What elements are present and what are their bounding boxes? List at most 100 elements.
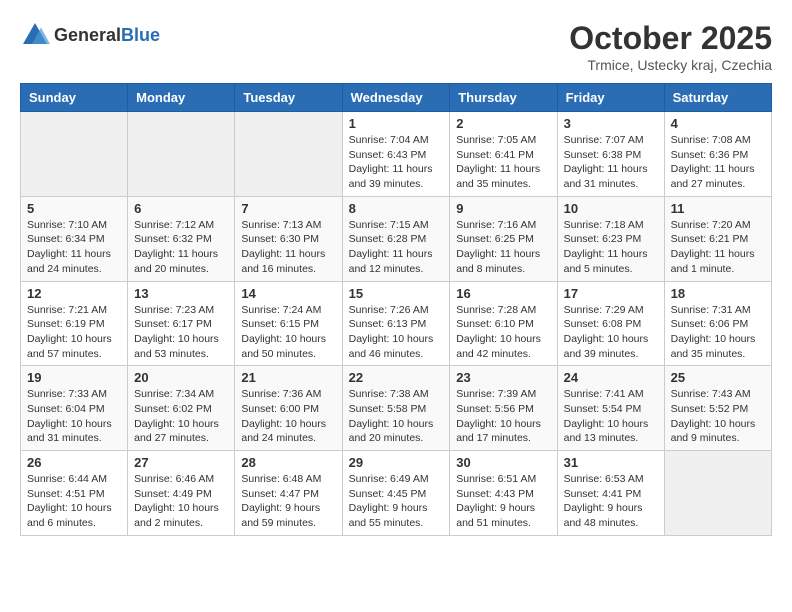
day-number: 11 [671,201,765,216]
calendar-cell: 31 Sunrise: 6:53 AM Sunset: 4:41 PM Dayli… [557,451,664,536]
day-number: 2 [456,116,550,131]
day-info: Sunrise: 7:10 AM Sunset: 6:34 PM Dayligh… [27,218,121,277]
calendar-cell: 3 Sunrise: 7:07 AM Sunset: 6:38 PM Daylig… [557,112,664,197]
day-number: 27 [134,455,228,470]
day-number: 10 [564,201,658,216]
weekday-header: Thursday [450,84,557,112]
day-number: 8 [349,201,444,216]
day-number: 4 [671,116,765,131]
day-info: Sunrise: 7:08 AM Sunset: 6:36 PM Dayligh… [671,133,765,192]
calendar-cell: 1 Sunrise: 7:04 AM Sunset: 6:43 PM Daylig… [342,112,450,197]
calendar-cell: 13 Sunrise: 7:23 AM Sunset: 6:17 PM Dayli… [128,281,235,366]
day-info: Sunrise: 7:13 AM Sunset: 6:30 PM Dayligh… [241,218,335,277]
day-info: Sunrise: 7:07 AM Sunset: 6:38 PM Dayligh… [564,133,658,192]
logo-icon [20,20,50,50]
day-number: 1 [349,116,444,131]
day-info: Sunrise: 7:38 AM Sunset: 5:58 PM Dayligh… [349,387,444,446]
day-info: Sunrise: 6:48 AM Sunset: 4:47 PM Dayligh… [241,472,335,531]
day-info: Sunrise: 6:49 AM Sunset: 4:45 PM Dayligh… [349,472,444,531]
day-number: 15 [349,286,444,301]
weekday-header: Sunday [21,84,128,112]
logo-general-text: General [54,25,121,45]
calendar-cell [235,112,342,197]
calendar-week-row: 1 Sunrise: 7:04 AM Sunset: 6:43 PM Daylig… [21,112,772,197]
day-number: 16 [456,286,550,301]
day-info: Sunrise: 7:39 AM Sunset: 5:56 PM Dayligh… [456,387,550,446]
day-number: 19 [27,370,121,385]
calendar-week-row: 19Sunrise: 7:33 AM Sunset: 6:04 PM Dayli… [21,366,772,451]
calendar-cell [664,451,771,536]
day-info: Sunrise: 7:31 AM Sunset: 6:06 PM Dayligh… [671,303,765,362]
day-info: Sunrise: 7:15 AM Sunset: 6:28 PM Dayligh… [349,218,444,277]
day-info: Sunrise: 7:23 AM Sunset: 6:17 PM Dayligh… [134,303,228,362]
calendar-cell: 16 Sunrise: 7:28 AM Sunset: 6:10 PM Dayli… [450,281,557,366]
day-info: Sunrise: 7:43 AM Sunset: 5:52 PM Dayligh… [671,387,765,446]
day-info: Sunrise: 7:41 AM Sunset: 5:54 PM Dayligh… [564,387,658,446]
day-info: Sunrise: 7:24 AM Sunset: 6:15 PM Dayligh… [241,303,335,362]
day-number: 22 [349,370,444,385]
calendar-cell: 8 Sunrise: 7:15 AM Sunset: 6:28 PM Daylig… [342,196,450,281]
day-number: 12 [27,286,121,301]
day-number: 7 [241,201,335,216]
weekday-header: Saturday [664,84,771,112]
calendar-cell: 23Sunrise: 7:39 AM Sunset: 5:56 PM Dayli… [450,366,557,451]
day-info: Sunrise: 7:34 AM Sunset: 6:02 PM Dayligh… [134,387,228,446]
logo: GeneralBlue [20,20,160,50]
day-info: Sunrise: 6:51 AM Sunset: 4:43 PM Dayligh… [456,472,550,531]
day-number: 25 [671,370,765,385]
day-number: 14 [241,286,335,301]
calendar-cell: 26Sunrise: 6:44 AM Sunset: 4:51 PM Dayli… [21,451,128,536]
day-number: 18 [671,286,765,301]
weekday-header: Tuesday [235,84,342,112]
calendar-cell: 29 Sunrise: 6:49 AM Sunset: 4:45 PM Dayli… [342,451,450,536]
day-number: 28 [241,455,335,470]
weekday-header: Monday [128,84,235,112]
day-number: 29 [349,455,444,470]
calendar-cell: 19Sunrise: 7:33 AM Sunset: 6:04 PM Dayli… [21,366,128,451]
title-area: October 2025 Trmice, Ustecky kraj, Czech… [569,20,772,73]
calendar-table: SundayMondayTuesdayWednesdayThursdayFrid… [20,83,772,536]
calendar-cell [128,112,235,197]
day-info: Sunrise: 7:16 AM Sunset: 6:25 PM Dayligh… [456,218,550,277]
calendar-cell: 10 Sunrise: 7:18 AM Sunset: 6:23 PM Dayli… [557,196,664,281]
calendar-cell: 24 Sunrise: 7:41 AM Sunset: 5:54 PM Dayli… [557,366,664,451]
day-info: Sunrise: 7:29 AM Sunset: 6:08 PM Dayligh… [564,303,658,362]
day-number: 24 [564,370,658,385]
month-title: October 2025 [569,20,772,57]
day-number: 6 [134,201,228,216]
calendar-cell: 12Sunrise: 7:21 AM Sunset: 6:19 PM Dayli… [21,281,128,366]
day-number: 30 [456,455,550,470]
day-info: Sunrise: 7:04 AM Sunset: 6:43 PM Dayligh… [349,133,444,192]
calendar-cell: 2Sunrise: 7:05 AM Sunset: 6:41 PM Daylig… [450,112,557,197]
day-info: Sunrise: 7:18 AM Sunset: 6:23 PM Dayligh… [564,218,658,277]
calendar-cell: 30 Sunrise: 6:51 AM Sunset: 4:43 PM Dayli… [450,451,557,536]
calendar-cell: 20 Sunrise: 7:34 AM Sunset: 6:02 PM Dayli… [128,366,235,451]
calendar-cell: 27Sunrise: 6:46 AM Sunset: 4:49 PM Dayli… [128,451,235,536]
day-info: Sunrise: 7:20 AM Sunset: 6:21 PM Dayligh… [671,218,765,277]
calendar-cell: 22 Sunrise: 7:38 AM Sunset: 5:58 PM Dayli… [342,366,450,451]
day-info: Sunrise: 7:26 AM Sunset: 6:13 PM Dayligh… [349,303,444,362]
calendar-cell: 25 Sunrise: 7:43 AM Sunset: 5:52 PM Dayli… [664,366,771,451]
day-info: Sunrise: 7:28 AM Sunset: 6:10 PM Dayligh… [456,303,550,362]
day-info: Sunrise: 6:53 AM Sunset: 4:41 PM Dayligh… [564,472,658,531]
location-text: Trmice, Ustecky kraj, Czechia [569,57,772,73]
day-number: 3 [564,116,658,131]
day-number: 20 [134,370,228,385]
calendar-week-row: 5 Sunrise: 7:10 AM Sunset: 6:34 PM Daylig… [21,196,772,281]
calendar-cell: 11 Sunrise: 7:20 AM Sunset: 6:21 PM Dayli… [664,196,771,281]
calendar-cell: 9 Sunrise: 7:16 AM Sunset: 6:25 PM Daylig… [450,196,557,281]
day-number: 31 [564,455,658,470]
page-header: GeneralBlue October 2025 Trmice, Ustecky… [20,20,772,73]
day-number: 13 [134,286,228,301]
calendar-cell: 6Sunrise: 7:12 AM Sunset: 6:32 PM Daylig… [128,196,235,281]
calendar-cell: 4 Sunrise: 7:08 AM Sunset: 6:36 PM Daylig… [664,112,771,197]
calendar-cell: 21 Sunrise: 7:36 AM Sunset: 6:00 PM Dayli… [235,366,342,451]
weekday-header: Wednesday [342,84,450,112]
day-number: 21 [241,370,335,385]
day-number: 5 [27,201,121,216]
weekday-header-row: SundayMondayTuesdayWednesdayThursdayFrid… [21,84,772,112]
calendar-cell: 15 Sunrise: 7:26 AM Sunset: 6:13 PM Dayli… [342,281,450,366]
day-info: Sunrise: 7:36 AM Sunset: 6:00 PM Dayligh… [241,387,335,446]
day-number: 9 [456,201,550,216]
calendar-cell [21,112,128,197]
